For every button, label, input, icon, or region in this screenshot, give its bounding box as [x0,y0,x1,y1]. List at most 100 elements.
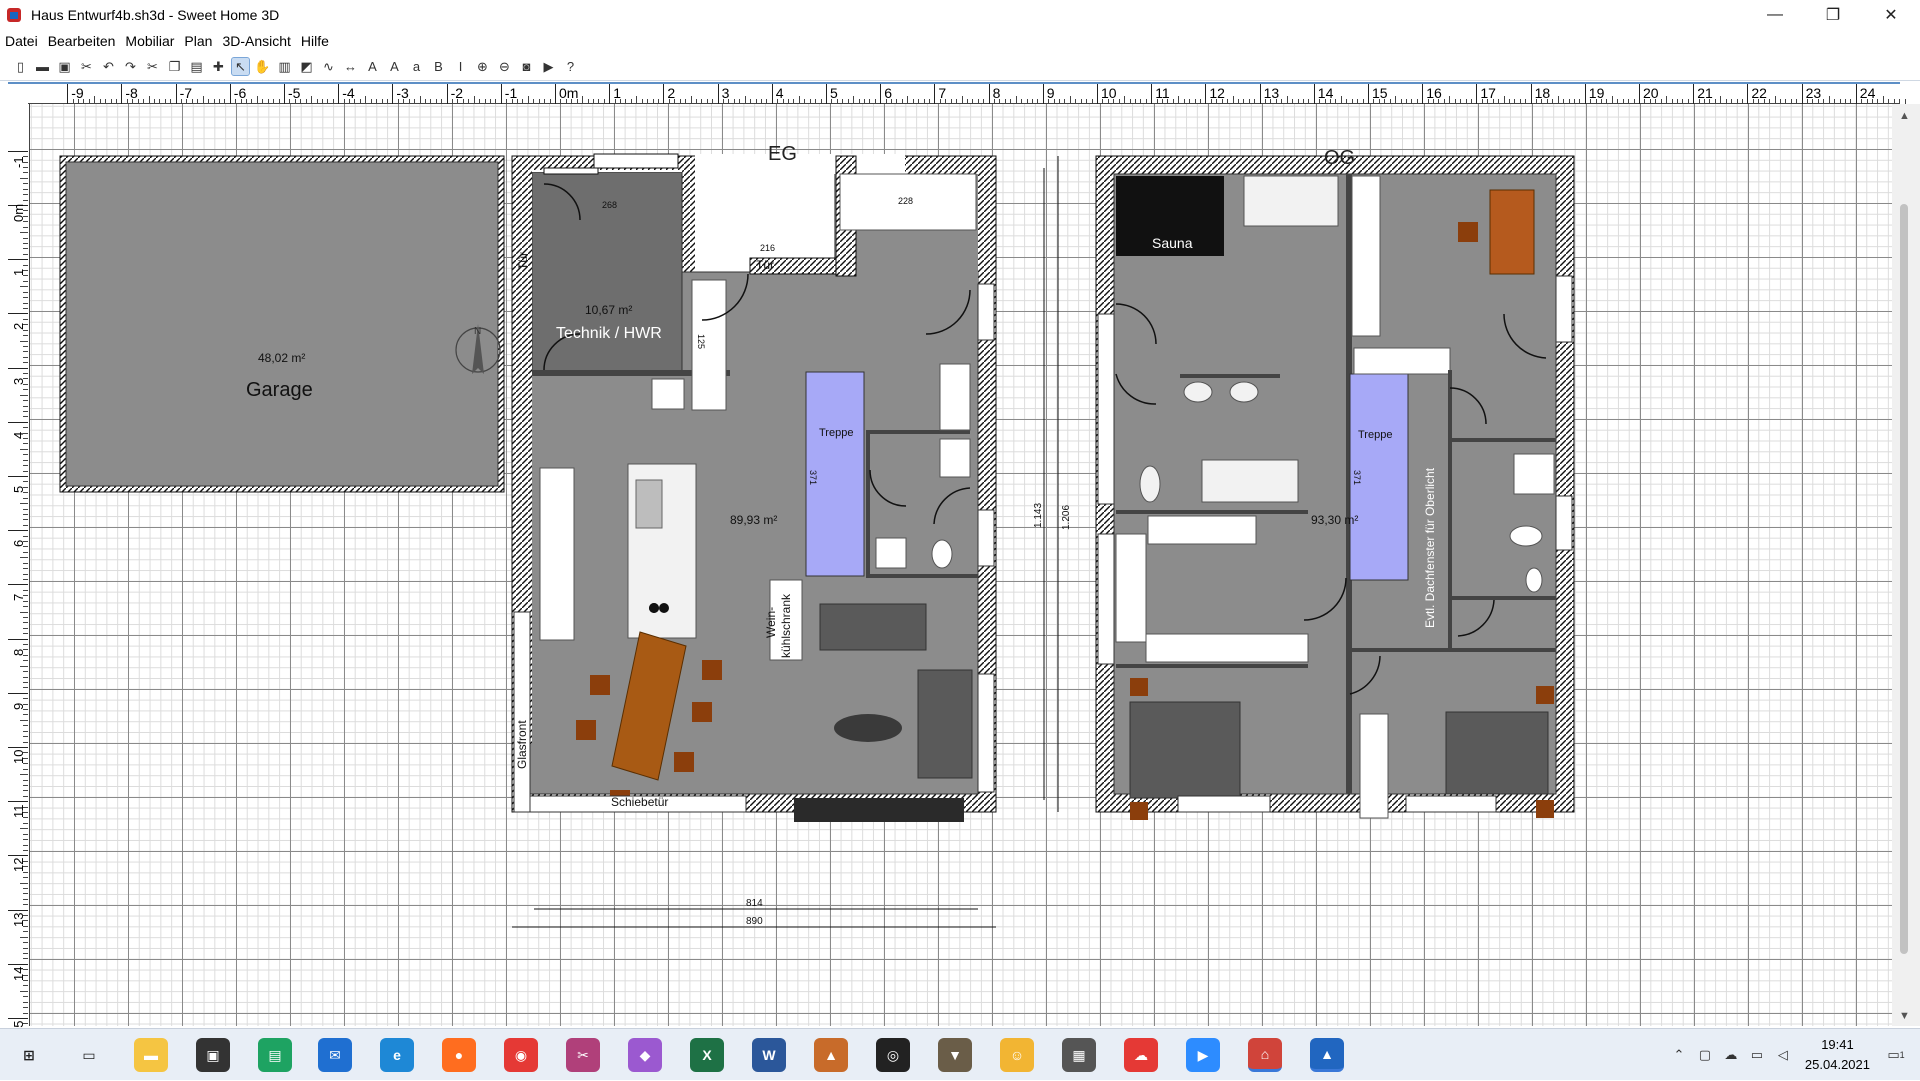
ruler-tick: 9 [8,692,28,710]
stairs-label-og: Treppe [1358,429,1392,441]
open-file-icon[interactable]: ▬ [34,58,51,75]
mail-icon[interactable]: ✉ [318,1038,352,1072]
menu-bar: Datei Bearbeiten Mobiliar Plan 3D-Ansicht Hil… [0,30,1920,52]
create-rooms-icon[interactable]: ◩ [298,58,315,75]
bold-text-icon[interactable]: B [430,58,447,75]
maximize-button[interactable]: ❐ [1804,0,1862,30]
create-polylines-icon[interactable]: ∿ [320,58,337,75]
menu-datei[interactable]: Datei [5,33,38,49]
copy-icon[interactable]: ❐ [166,58,183,75]
file-explorer-icon[interactable]: ▬ [134,1038,168,1072]
edge-icon[interactable]: e [380,1038,414,1072]
davinci-icon[interactable]: ◎ [876,1038,910,1072]
technik-area: 10,67 m² [585,303,632,317]
coffee-table[interactable] [834,714,902,742]
og-label: OG [1324,147,1355,169]
photos-icon[interactable]: ▲ [1310,1038,1344,1072]
ruler-tick: 7 [8,584,28,601]
decrease-text-icon[interactable]: a [408,58,425,75]
pan-hand-icon[interactable]: ✋ [254,58,271,75]
cut-icon[interactable]: ✂ [144,58,161,75]
add-text-icon[interactable]: A [364,58,381,75]
snipping-icon[interactable]: ✂ [566,1038,600,1072]
armchair[interactable] [917,669,973,779]
sliding-door-label: Schiebetür [611,795,668,809]
ruler-corner [8,82,28,104]
menu-hilfe[interactable]: Hilfe [301,33,329,49]
cut-tool-icon[interactable]: ✂ [78,58,95,75]
sofa[interactable] [819,603,927,651]
scroll-thumb[interactable] [1900,204,1908,954]
dim-890: 890 [746,916,763,927]
garage-room[interactable] [65,161,499,487]
menu-bearbeiten[interactable]: Bearbeiten [48,33,116,49]
garage-area: 48,02 m² [258,351,305,365]
eg-area: 89,93 m² [730,513,777,527]
device-icon[interactable]: ▢ [1695,1045,1715,1065]
show-hidden-icon[interactable]: ⌃ [1669,1045,1689,1065]
excel-icon[interactable]: X [690,1038,724,1072]
sheets-icon[interactable]: ▤ [258,1038,292,1072]
clock[interactable]: 19:41 25.04.2021 [1805,1035,1870,1075]
battery-icon[interactable]: ▭ [1747,1045,1767,1065]
tv-board[interactable] [794,798,964,822]
save-icon[interactable]: ▣ [56,58,73,75]
zoom-in-icon[interactable]: ⊕ [474,58,491,75]
volume-icon[interactable]: ◁ [1773,1045,1793,1065]
skylight-label: Evtl. Dachfenster für Oberlicht [1423,467,1437,628]
plan-view[interactable]: EG OG 48,02 m² Garage 10,67 m² Technik /… [30,104,1892,1026]
create-photo-icon[interactable]: ◙ [518,58,535,75]
start-icon[interactable]: ⊞ [12,1038,46,1072]
technik-name: Technik / HWR [556,325,662,342]
scroll-down-icon[interactable]: ▼ [1899,1010,1910,1022]
chrome-icon[interactable]: ◉ [504,1038,538,1072]
calculator-icon[interactable]: ▦ [1062,1038,1096,1072]
paste-icon[interactable]: ▤ [188,58,205,75]
kitchen-counter-left[interactable] [539,467,575,641]
create-video-icon[interactable]: ▶ [540,58,557,75]
firefox-icon[interactable]: ● [442,1038,476,1072]
bed-left[interactable] [1129,701,1241,799]
gimp-icon[interactable]: ▼ [938,1038,972,1072]
scroll-up-icon[interactable]: ▲ [1899,110,1910,122]
notification-icon[interactable]: ▭ 1 [1886,1045,1906,1065]
paint-icon[interactable]: ◆ [628,1038,662,1072]
zoom-out-icon[interactable]: ⊖ [496,58,513,75]
vertical-scrollbar[interactable]: ▲ ▼ [1892,104,1920,1026]
cloud-icon[interactable]: ☁ [1721,1045,1741,1065]
new-file-icon[interactable]: ▯ [12,58,29,75]
chat-icon[interactable]: ☁ [1124,1038,1158,1072]
create-dimensions-icon[interactable]: ↔ [342,58,359,75]
toolbar: ▯ ▬ ▣ ✂ ↶ ↷ ✂ ❐ ▤ ✚ ↖ ✋ ▥ ◩ ∿ ↔ A Aa B I ⊕ ⊖ ◙ ▶? [0,53,1920,81]
menu-3d-ansicht[interactable]: 3D-Ansicht [222,33,290,49]
menu-mobiliar[interactable]: Mobiliar [125,33,174,49]
ruler-tick: 0m [8,204,28,222]
word-icon[interactable]: W [752,1038,786,1072]
increase-text-icon[interactable]: A [386,58,403,75]
italic-text-icon[interactable]: I [452,58,469,75]
ruler-tick: -4 [338,84,355,104]
face-icon[interactable]: ☺ [1000,1038,1034,1072]
bathtub[interactable] [1201,459,1299,503]
store-icon[interactable]: ▣ [196,1038,230,1072]
taskbar: ⌃ ▢ ☁ ▭ ◁ 19:41 25.04.2021 ▭ 1 ⊞ ▭ ▬ ▣ ▤ ✉ e ● ◉ ✂… [0,1028,1920,1080]
bed-right[interactable] [1445,711,1549,795]
ruler-tick: -5 [284,84,300,104]
redo-icon[interactable]: ↷ [122,58,139,75]
select-arrow-icon[interactable]: ↖ [231,57,250,76]
minimize-button[interactable]: — [1746,0,1804,30]
task-view-icon[interactable]: ▭ [72,1038,106,1072]
zoom-icon[interactable]: ▶ [1186,1038,1220,1072]
help-icon[interactable]: ? [562,58,579,75]
create-walls-icon[interactable]: ▥ [276,58,293,75]
ruler-tick: -8 [121,84,138,104]
undo-icon[interactable]: ↶ [100,58,117,75]
clock-time: 19:41 [1821,1037,1854,1052]
add-furniture-icon[interactable]: ✚ [210,58,227,75]
close-button[interactable]: ✕ [1862,0,1920,30]
menu-plan[interactable]: Plan [184,33,212,49]
ruler-tick: 3 [8,367,28,385]
app-icon[interactable]: ▲ [814,1038,848,1072]
ruler-tick: 8 [8,638,28,656]
sweethome-icon[interactable]: ⌂ [1248,1038,1282,1072]
